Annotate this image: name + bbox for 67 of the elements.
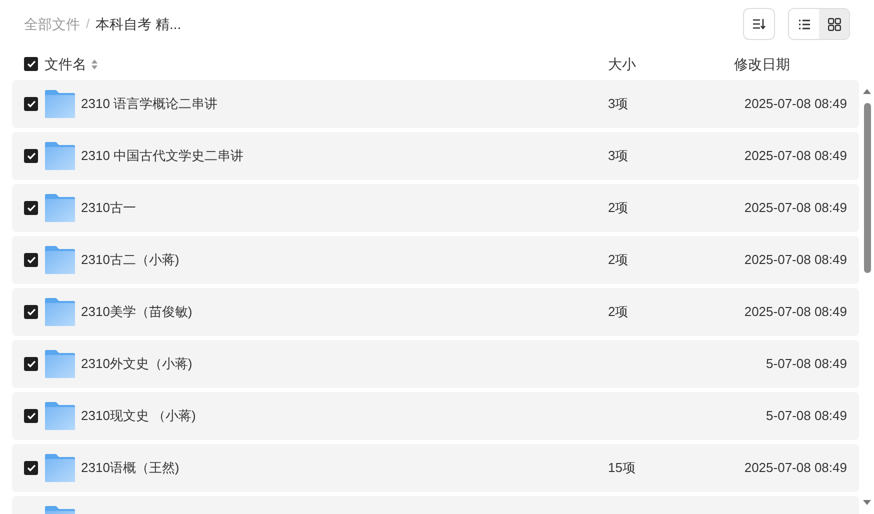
file-row[interactable]: 2310 中国古代文学史二串讲 3项 2025-07-08 08:49 <box>12 132 859 180</box>
file-name: 2310语概（王然) <box>81 459 180 478</box>
item-count: 3项 <box>608 96 628 112</box>
grid-view-button[interactable] <box>819 9 849 39</box>
checkbox[interactable] <box>24 357 38 371</box>
file-name: 2310现文史 （小蒋) <box>81 407 196 426</box>
file-row[interactable]: 2310语概（王然) 15项 2025-07-08 08:49 <box>12 444 859 492</box>
file-name: 2310古二（小蒋) <box>81 251 180 270</box>
checkmark-icon <box>26 308 36 316</box>
checkmark-icon <box>26 464 36 472</box>
column-header[interactable]: 文件名 <box>44 54 86 74</box>
checkbox[interactable] <box>24 201 38 215</box>
folder-icon <box>44 194 74 222</box>
sort-icon <box>752 18 766 30</box>
file-name: 2310 中国古代文学史二串讲 <box>81 147 244 166</box>
item-count: 15项 <box>608 460 636 476</box>
checkbox[interactable] <box>24 409 38 423</box>
checkmark-icon <box>26 256 36 264</box>
checkbox[interactable] <box>24 57 38 71</box>
folder-icon <box>44 90 74 118</box>
folder-icon <box>44 454 74 482</box>
file-name: 2310古一 <box>81 199 136 218</box>
breadcrumb-current: 本科自考 精... <box>96 14 182 34</box>
checkbox[interactable] <box>24 149 38 163</box>
file-name: 2310美学（苗俊敏) <box>81 303 192 322</box>
checkmark-icon <box>26 360 36 368</box>
checkbox[interactable] <box>24 305 38 319</box>
folder-icon <box>44 402 74 430</box>
column-header: 大小 <box>608 56 636 72</box>
checkmark-icon <box>26 100 36 108</box>
checkbox[interactable] <box>24 461 38 475</box>
checkbox[interactable] <box>24 97 38 111</box>
sort-button[interactable] <box>743 8 775 40</box>
file-row[interactable]: 2310现文史 （小蒋) 5-07-08 08:49 <box>12 392 859 440</box>
item-count: 2项 <box>608 200 628 216</box>
file-name: 2310外文史（小蒋) <box>81 355 192 374</box>
modified-date: 2025-07-08 08:49 <box>744 304 847 320</box>
file-name: 2310 语言学概论二串讲 <box>81 95 218 114</box>
modified-date: 2025-07-08 08:49 <box>744 460 847 476</box>
modified-date: 2025-07-08 08:49 <box>744 252 847 268</box>
grid-view-icon <box>828 18 840 30</box>
modified-date: 5-07-08 08:49 <box>766 408 847 424</box>
breadcrumb-separator: / <box>86 15 90 34</box>
sort-icon[interactable] <box>90 58 98 70</box>
list-view-icon <box>798 18 810 30</box>
folder-icon <box>44 350 74 378</box>
checkmark-icon <box>26 60 36 68</box>
modified-date: 5-07-08 08:49 <box>766 356 847 372</box>
modified-date: 2025-07-08 08:49 <box>744 200 847 216</box>
checkmark-icon <box>26 152 36 160</box>
item-count: 2项 <box>608 252 628 268</box>
item-count: 3项 <box>608 148 628 164</box>
column-header: 修改日期 <box>734 56 790 72</box>
checkbox[interactable] <box>24 253 38 267</box>
checkmark-icon <box>26 412 36 420</box>
checkmark-icon <box>26 204 36 212</box>
modified-date: 2025-07-08 08:49 <box>744 148 847 164</box>
modified-date: 2025-07-08 08:49 <box>744 96 847 112</box>
folder-icon <box>44 142 74 170</box>
file-row[interactable]: 2310外文史（小蒋) 5-07-08 08:49 <box>12 340 859 388</box>
file-row[interactable]: 2310美学（苗俊敏) 2项 2025-07-08 08:49 <box>12 288 859 336</box>
item-count: 2项 <box>608 304 628 320</box>
file-row[interactable]: 2310 语言学概论二串讲 3项 2025-07-08 08:49 <box>12 80 859 128</box>
folder-icon <box>44 246 74 274</box>
folder-icon <box>44 298 74 326</box>
file-row[interactable]: 2310古二（小蒋) 2项 2025-07-08 08:49 <box>12 236 859 284</box>
file-row[interactable]: 2310古一 2项 2025-07-08 08:49 <box>12 184 859 232</box>
